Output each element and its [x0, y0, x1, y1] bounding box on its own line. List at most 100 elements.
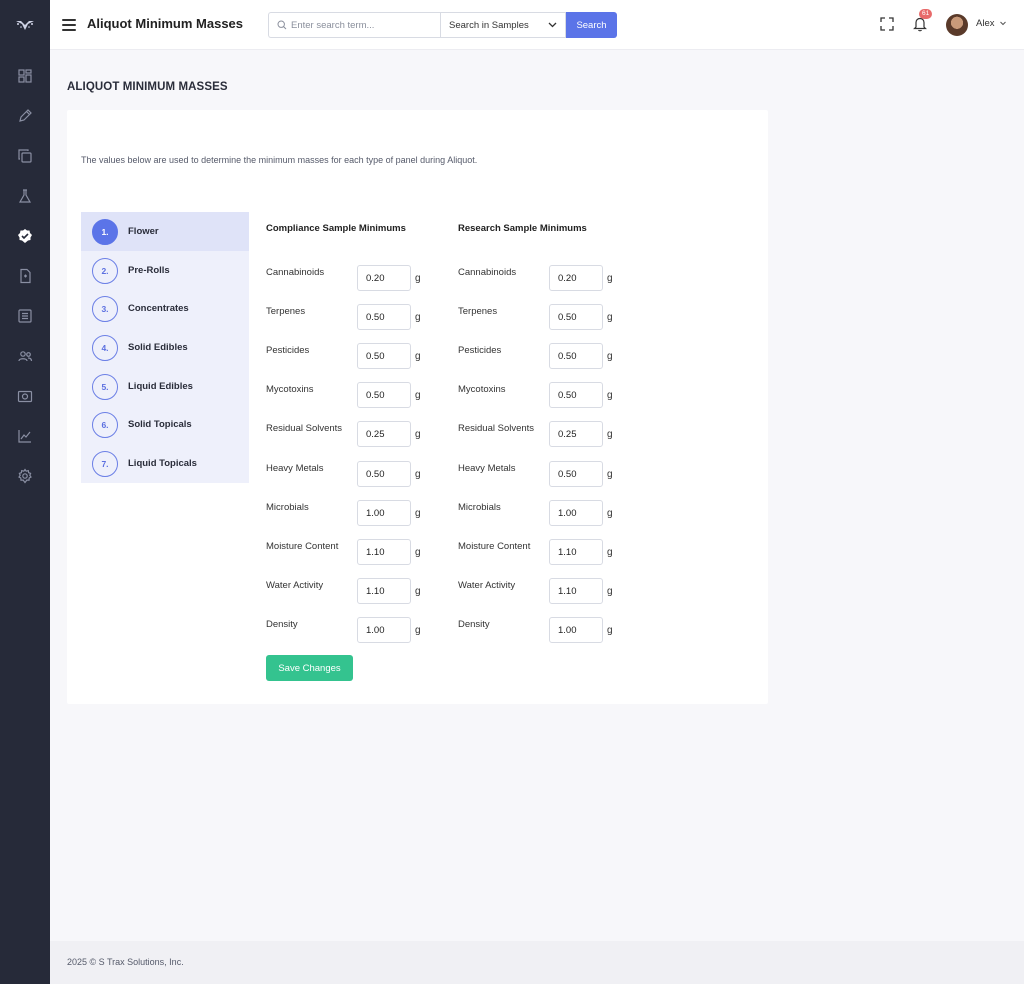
sidebar-item-reports[interactable] — [0, 416, 50, 456]
research-row-label: Density — [458, 619, 490, 630]
research-mass-input[interactable] — [549, 617, 603, 643]
compliance-mass-input[interactable] — [357, 578, 411, 604]
research-mass-input[interactable] — [549, 461, 603, 487]
notification-badge: 61 — [919, 9, 933, 19]
user-name[interactable]: Alex — [976, 18, 994, 29]
fullscreen-icon[interactable] — [880, 17, 894, 31]
research-row-label: Mycotoxins — [458, 384, 506, 395]
compliance-mass-input[interactable] — [357, 539, 411, 565]
step-label: Liquid Edibles — [128, 381, 193, 392]
research-unit-label: g — [607, 469, 613, 480]
step-number: 7. — [92, 450, 118, 477]
research-mass-input[interactable] — [549, 500, 603, 526]
camera-icon — [17, 390, 33, 403]
research-row-label: Water Activity — [458, 580, 516, 591]
research-heading: Research Sample Minimums — [458, 223, 587, 234]
research-row-label: Residual Solvents — [458, 423, 535, 434]
research-unit-label: g — [607, 273, 613, 284]
research-mass-input[interactable] — [549, 265, 603, 291]
sidebar-item-users[interactable] — [0, 336, 50, 376]
step-pre-rolls[interactable]: 2. Pre-Rolls — [81, 251, 249, 290]
search-scope-value: Search in Samples — [449, 19, 529, 31]
sidebar-item-files[interactable] — [0, 256, 50, 296]
compliance-mass-input[interactable] — [357, 617, 411, 643]
step-number: 3. — [92, 295, 118, 322]
menu-toggle-icon[interactable] — [62, 17, 76, 33]
panel-type-steps: 1. Flower 2. Pre-Rolls 3. Concentrates 4… — [81, 212, 249, 483]
step-liquid-edibles[interactable]: 5. Liquid Edibles — [81, 367, 249, 406]
compliance-row-label: Cannabinoids — [266, 267, 325, 278]
research-mass-input[interactable] — [549, 304, 603, 330]
step-label: Pre-Rolls — [128, 265, 170, 276]
sidebar-item-aliquot[interactable] — [0, 216, 50, 256]
research-mass-input[interactable] — [549, 343, 603, 369]
copy-icon — [18, 149, 32, 163]
search-scope-select[interactable]: Search in Samples — [440, 12, 566, 38]
step-flower[interactable]: 1. Flower — [81, 212, 249, 251]
app-logo[interactable] — [0, 0, 50, 50]
compliance-mass-input[interactable] — [357, 461, 411, 487]
compliance-row-label: Heavy Metals — [266, 463, 324, 474]
compliance-mass-input[interactable] — [357, 304, 411, 330]
research-row-label: Pesticides — [458, 345, 502, 356]
step-concentrates[interactable]: 3. Concentrates — [81, 289, 249, 328]
page-header-title: Aliquot Minimum Masses — [87, 16, 244, 31]
sidebar-item-dashboard[interactable] — [0, 56, 50, 96]
compliance-unit-label: g — [415, 273, 421, 284]
gear-icon — [18, 468, 32, 484]
chevron-down-icon — [548, 22, 557, 28]
compliance-unit-label: g — [415, 547, 421, 558]
settings-card: The values below are used to determine t… — [67, 110, 768, 704]
compliance-unit-label: g — [415, 429, 421, 440]
research-unit-label: g — [607, 351, 613, 362]
avatar[interactable] — [946, 14, 968, 36]
step-label: Flower — [128, 226, 159, 237]
compliance-unit-label: g — [415, 351, 421, 362]
compliance-mass-input[interactable] — [357, 265, 411, 291]
compliance-row-label: Residual Solvents — [266, 423, 343, 434]
compliance-mass-input[interactable] — [357, 500, 411, 526]
sidebar-item-lab[interactable] — [0, 176, 50, 216]
research-mass-input[interactable] — [549, 382, 603, 408]
step-number: 2. — [92, 257, 118, 284]
check-badge-icon — [18, 229, 32, 243]
search-input[interactable] — [291, 19, 431, 31]
sidebar-item-settings[interactable] — [0, 456, 50, 496]
step-label: Solid Edibles — [128, 342, 188, 353]
step-number: 5. — [92, 373, 118, 400]
save-changes-button[interactable]: Save Changes — [266, 655, 353, 681]
compliance-mass-input[interactable] — [357, 421, 411, 447]
step-solid-topicals[interactable]: 6. Solid Topicals — [81, 405, 249, 444]
file-icon — [20, 268, 31, 284]
top-bar: Aliquot Minimum Masses Search in Samples… — [50, 0, 1024, 50]
list-icon — [18, 309, 32, 323]
research-unit-label: g — [607, 508, 613, 519]
compliance-unit-label: g — [415, 312, 421, 323]
chart-icon — [18, 430, 31, 443]
step-solid-edibles[interactable]: 4. Solid Edibles — [81, 328, 249, 367]
step-number: 4. — [92, 334, 118, 361]
step-liquid-topicals[interactable]: 7. Liquid Topicals — [81, 444, 249, 483]
compliance-mass-input[interactable] — [357, 343, 411, 369]
search-field[interactable] — [268, 12, 440, 38]
compliance-unit-label: g — [415, 508, 421, 519]
user-menu-chevron-icon[interactable] — [999, 19, 1007, 27]
sidebar-item-edit[interactable] — [0, 96, 50, 136]
search-button[interactable]: Search — [566, 12, 617, 38]
research-mass-input[interactable] — [549, 539, 603, 565]
compliance-unit-label: g — [415, 586, 421, 597]
research-unit-label: g — [607, 586, 613, 597]
research-mass-input[interactable] — [549, 421, 603, 447]
compliance-mass-input[interactable] — [357, 382, 411, 408]
sidebar-item-media[interactable] — [0, 376, 50, 416]
research-row-label: Terpenes — [458, 306, 498, 317]
flask-icon — [18, 189, 32, 203]
research-row-label: Moisture Content — [458, 541, 531, 552]
search-icon — [277, 20, 287, 30]
step-label: Liquid Topicals — [128, 458, 197, 469]
sidebar-item-list[interactable] — [0, 296, 50, 336]
compliance-row-label: Mycotoxins — [266, 384, 314, 395]
sidebar-item-copy[interactable] — [0, 136, 50, 176]
research-mass-input[interactable] — [549, 578, 603, 604]
compliance-row-label: Pesticides — [266, 345, 310, 356]
